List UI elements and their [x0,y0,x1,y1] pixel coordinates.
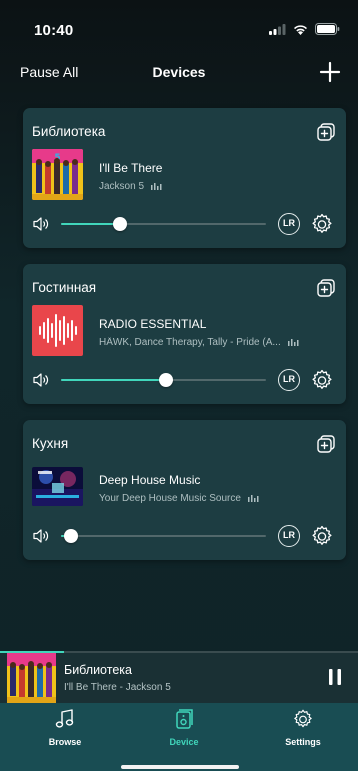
speaker-volume-icon[interactable] [32,372,50,388]
room-name: Гостинная [32,280,97,295]
speaker-volume-icon[interactable] [32,528,50,544]
stereo-lr-button[interactable]: LR [278,525,300,547]
nav-header: Pause All Devices [0,52,358,94]
volume-slider[interactable] [61,373,266,387]
volume-slider-knob[interactable] [64,529,79,543]
track-artist: Your Deep House Music Source [99,493,241,504]
volume-slider[interactable] [61,529,266,543]
now-playing-room: Библиотека [64,663,132,677]
tab-bar: Browse Device Settings [0,703,358,771]
music-note-icon [55,709,74,728]
tab-device[interactable]: Device [139,708,229,756]
now-playing-bar[interactable]: Библиотека I'll Be There - Jackson 5 [0,651,358,703]
wifi-icon [294,24,307,35]
device-settings-gear-icon[interactable] [310,368,334,392]
volume-slider[interactable] [61,217,266,231]
group-speakers-icon[interactable] [316,122,336,142]
radio-waveform-art [32,305,83,356]
tab-label: Settings [285,737,321,747]
speaker-volume-icon[interactable] [32,216,50,232]
plus-icon [319,61,341,83]
group-speakers-icon[interactable] [316,278,336,298]
gear-icon [294,709,312,728]
track-artist: HÄWK, Dance Therapy, Tally - Pride (A... [99,337,281,348]
device-list: Библиотека 5 I'll Be There Jackson 5 LR … [23,108,346,576]
status-bar: 10:40 [0,0,358,52]
now-playing-track: I'll Be There - Jackson 5 [64,682,171,693]
device-settings-gear-icon[interactable] [310,524,334,548]
device-settings-gear-icon[interactable] [310,212,334,236]
speaker-device-icon [176,709,193,729]
volume-slider-knob[interactable] [158,373,173,387]
track-subtitle: HÄWK, Dance Therapy, Tally - Pride (A... [99,337,329,348]
track-subtitle: Your Deep House Music Source [99,493,329,504]
track-artist: Jackson 5 [99,181,145,192]
status-time: 10:40 [34,22,74,39]
jackson5-album-art: 5 [32,149,83,200]
tab-label: Device [169,737,199,747]
pause-icon[interactable] [328,668,342,686]
stereo-lr-button[interactable]: LR [278,213,300,235]
volume-row: LR [32,367,337,393]
pause-all-button[interactable]: Pause All [20,64,78,80]
screen: 10:40 Pause All Devices Библиотека 5 I'l… [0,0,358,771]
stereo-lr-button[interactable]: LR [278,369,300,391]
volume-slider-knob[interactable] [113,217,128,231]
status-icons [269,23,340,35]
track-title: I'll Be There [99,161,163,175]
equalizer-icon [150,183,162,190]
device-card-library[interactable]: Библиотека 5 I'll Be There Jackson 5 LR [23,108,346,248]
battery-icon [315,23,340,35]
volume-slider-fill [61,223,121,225]
room-name: Кухня [32,436,69,451]
track-title: Deep House Music [99,473,201,487]
track-title: RADIO ESSENTIAL [99,317,207,331]
group-speakers-icon[interactable] [316,434,336,454]
volume-row: LR [32,211,337,237]
tab-label: Browse [48,737,82,747]
room-name: Библиотека [32,124,106,139]
equalizer-icon [287,339,299,346]
cellular-signal-icon [269,23,286,35]
track-subtitle: Jackson 5 [99,181,329,192]
equalizer-icon [247,495,259,502]
device-card-kitchen[interactable]: Кухня Deep House Music Your Deep House M… [23,420,346,560]
device-card-living-room[interactable]: Гостинная RADIO ESSENTIAL HÄWK, Dance Th… [23,264,346,404]
deep-house-art [32,467,83,506]
home-indicator [121,765,239,769]
add-device-button[interactable] [318,60,342,84]
tab-browse[interactable]: Browse [20,708,110,756]
volume-slider-fill [61,379,166,381]
now-playing-album-art [7,653,56,703]
tab-settings[interactable]: Settings [258,708,348,756]
volume-row: LR [32,523,337,549]
